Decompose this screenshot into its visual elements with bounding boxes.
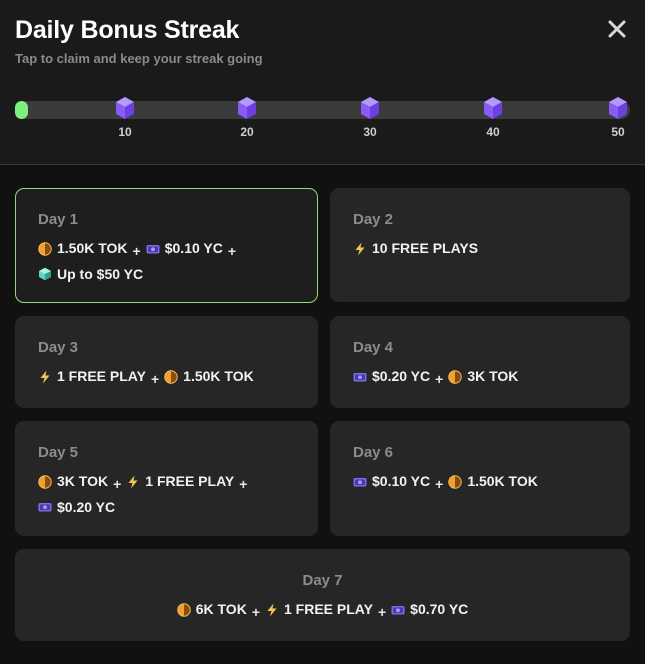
plus-separator: + <box>113 475 122 492</box>
reward-text: 10 FREE PLAYS <box>372 240 479 256</box>
day-label: Day 7 <box>302 572 343 589</box>
reward-item: 6K TOK <box>177 598 247 621</box>
streak-header: Daily Bonus Streak Tap to claim and keep… <box>0 0 645 165</box>
reward-list: $0.10 YC + 1.50K TOK <box>353 470 611 496</box>
reward-text: $0.10 YC <box>164 240 223 256</box>
reward-text: 1 FREE PLAY <box>57 368 146 384</box>
day-label: Day 6 <box>353 444 394 461</box>
day-label: Day 1 <box>38 211 79 228</box>
cube-icon <box>237 96 257 120</box>
reward-item: 3K TOK <box>448 365 518 388</box>
cash-icon <box>353 370 367 384</box>
coin-icon <box>448 369 463 384</box>
reward-text: 1.50K TOK <box>57 240 128 256</box>
reward-list: 1 FREE PLAY + 1.50K TOK <box>38 365 299 391</box>
streak-progress-fill <box>15 101 28 119</box>
lightning-icon <box>265 603 279 617</box>
streak-progress-bar <box>15 101 630 119</box>
coin-icon <box>164 369 178 384</box>
coin-icon <box>448 474 463 489</box>
cube-icon <box>360 96 380 120</box>
reward-list: $0.20 YC + 3K TOK <box>353 365 611 391</box>
lightning-icon <box>126 475 140 489</box>
reward-text: Up to $50 YC <box>57 265 144 282</box>
reward-item: Up to $50 YC <box>38 263 143 286</box>
day-card-1[interactable]: Day 1 1.50K TOK + $0.10 YC + Up to $50 YC <box>15 188 318 303</box>
cash-icon <box>353 475 367 489</box>
coin-icon <box>177 602 191 617</box>
reward-text: 6K TOK <box>195 601 247 617</box>
reward-list: 1.50K TOK + $0.10 YC + Up to $50 YC <box>38 237 299 288</box>
plus-separator: + <box>150 370 160 387</box>
reward-item: 1.50K TOK <box>38 237 128 260</box>
reward-item: 1.50K TOK <box>448 470 538 493</box>
plus-separator: + <box>132 242 141 259</box>
reward-list: 6K TOK + 1 FREE PLAY + $0.70 YC <box>16 598 629 624</box>
lightning-icon <box>38 370 52 384</box>
reward-item: $0.10 YC <box>146 237 223 260</box>
cube-icon <box>608 96 628 120</box>
reward-list: 3K TOK + 1 FREE PLAY + $0.20 YC <box>38 470 299 521</box>
milestone-label: 10 <box>118 125 132 139</box>
reward-text: 1.50K TOK <box>183 368 254 384</box>
cash-icon <box>391 603 405 617</box>
reward-item: 1 FREE PLAY <box>265 598 373 621</box>
reward-text: $0.20 YC <box>372 368 431 384</box>
cash-icon <box>146 242 160 256</box>
day-card-3[interactable]: Day 3 1 FREE PLAY + 1.50K TOK <box>15 316 318 408</box>
plus-separator: + <box>377 603 387 620</box>
reward-text: $0.70 YC <box>410 601 469 617</box>
reward-item: $0.70 YC <box>391 598 468 621</box>
reward-text: 1 FREE PLAY <box>145 473 235 489</box>
milestone-label: 40 <box>486 125 500 139</box>
cash-icon <box>38 500 52 514</box>
cube-icon <box>115 96 135 120</box>
close-button[interactable] <box>604 16 630 42</box>
reward-item: $0.10 YC <box>353 470 430 493</box>
day-label: Day 5 <box>38 444 79 461</box>
reward-text: 1 FREE PLAY <box>284 601 373 617</box>
plus-separator: + <box>239 475 248 492</box>
milestone-label: 30 <box>363 125 377 139</box>
day-card-4[interactable]: Day 4 $0.20 YC + 3K TOK <box>330 316 630 408</box>
reward-item: 10 FREE PLAYS <box>353 237 478 260</box>
reward-text: 1.50K TOK <box>467 473 538 489</box>
reward-item: 1 FREE PLAY <box>126 470 234 493</box>
reward-item: $0.20 YC <box>38 496 115 519</box>
day-card-2[interactable]: Day 2 10 FREE PLAYS <box>330 188 630 302</box>
reward-text: 3K TOK <box>467 368 519 384</box>
reward-item: $0.20 YC <box>353 365 430 388</box>
reward-item: 1 FREE PLAY <box>38 365 146 388</box>
milestone-label: 20 <box>240 125 254 139</box>
reward-text: $0.20 YC <box>57 498 116 515</box>
coin-icon <box>38 474 52 489</box>
day-label: Day 3 <box>38 339 79 356</box>
day-label: Day 4 <box>353 339 394 356</box>
milestone-label: 50 <box>611 125 625 139</box>
cube-icon <box>483 96 503 120</box>
plus-separator: + <box>435 475 444 492</box>
coin-icon <box>38 241 52 256</box>
day-card-6[interactable]: Day 6 $0.10 YC + 1.50K TOK <box>330 421 630 536</box>
plus-separator: + <box>435 370 444 387</box>
plus-separator: + <box>227 242 237 259</box>
reward-list: 10 FREE PLAYS <box>353 237 611 263</box>
page-subtitle: Tap to claim and keep your streak going <box>15 51 263 66</box>
reward-text: $0.10 YC <box>372 473 431 489</box>
day-card-5[interactable]: Day 5 3K TOK + 1 FREE PLAY + $0.20 YC <box>15 421 318 536</box>
gem-icon <box>38 267 52 281</box>
plus-separator: + <box>251 603 260 620</box>
close-icon <box>608 20 626 38</box>
reward-text: 3K TOK <box>57 473 109 489</box>
day-card-7[interactable]: Day 7 6K TOK + 1 FREE PLAY + $0.70 YC <box>15 549 630 641</box>
lightning-icon <box>353 242 367 256</box>
reward-item: 3K TOK <box>38 470 108 493</box>
page-title: Daily Bonus Streak <box>15 16 240 44</box>
reward-item: 1.50K TOK <box>164 365 254 388</box>
day-label: Day 2 <box>353 211 394 228</box>
